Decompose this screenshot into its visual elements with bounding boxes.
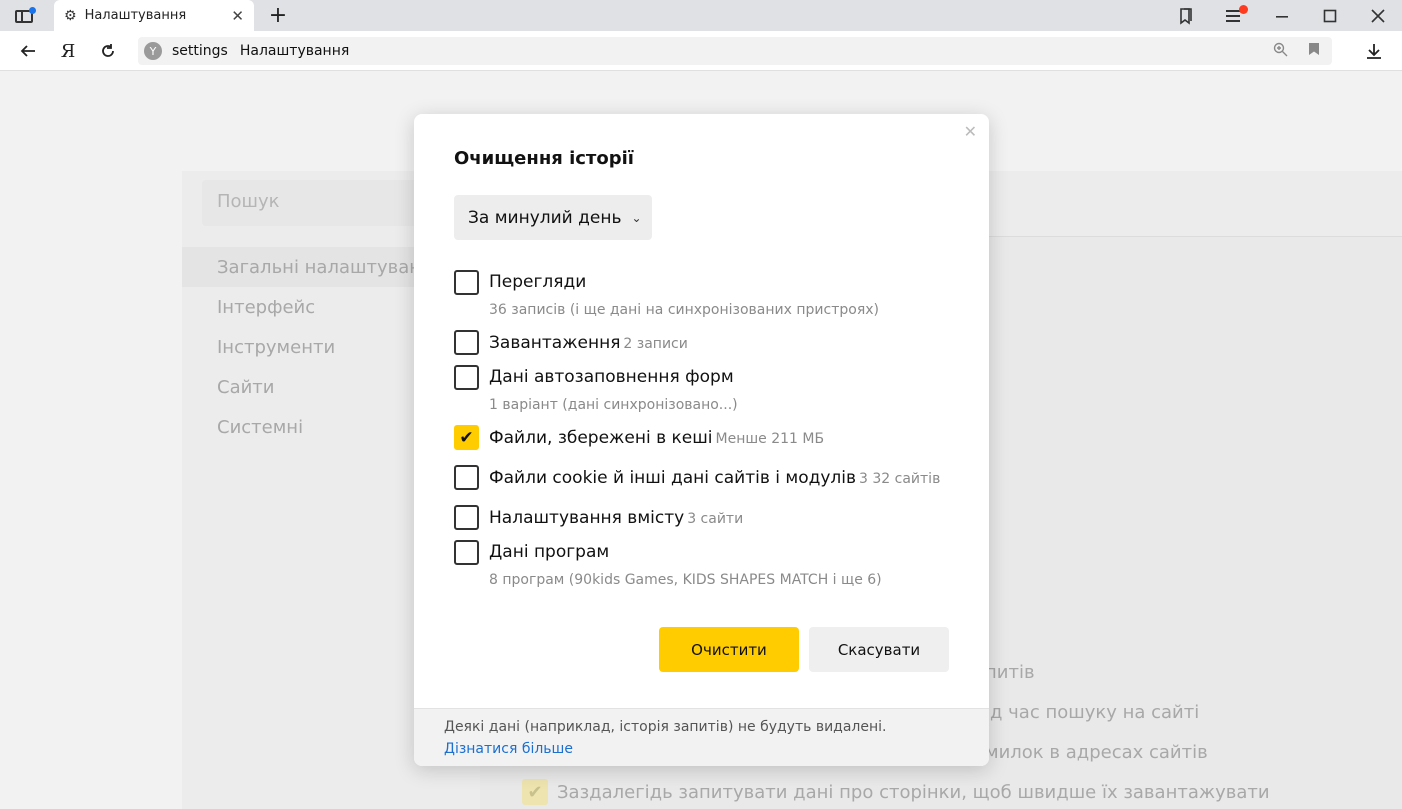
option-label: Налаштування вмісту 3 сайти: [489, 508, 744, 528]
reload-icon: [102, 44, 114, 57]
settings-search-input[interactable]: Пошук: [202, 180, 417, 226]
checkbox-downloads[interactable]: [454, 330, 479, 355]
checkbox-cookies[interactable]: [454, 465, 479, 490]
address-bar[interactable]: Y settings Налаштування: [138, 37, 1332, 65]
bookmarks-icon[interactable]: [1162, 0, 1210, 31]
window-close-button[interactable]: [1354, 0, 1402, 31]
navigation-toolbar: Я Y settings Налаштування: [0, 31, 1402, 71]
maximize-button[interactable]: [1306, 0, 1354, 31]
address-page-title: Налаштування: [239, 43, 350, 59]
dialog-footer: Деякі дані (наприклад, історія запитів) …: [414, 708, 989, 766]
checkbox-app-data[interactable]: [454, 540, 479, 565]
background-setting-text: Заздалегідь запитувати дані про сторінки…: [557, 782, 1270, 803]
learn-more-link[interactable]: Дізнатися більше: [444, 741, 573, 757]
checkbox-browsing-history[interactable]: [454, 270, 479, 295]
option-label: Файли, збережені в кеші Менше 211 МБ: [489, 428, 825, 448]
menu-notification-dot: [1239, 5, 1248, 14]
yandex-home-button[interactable]: Я: [54, 37, 82, 65]
tab-title: Налаштування: [84, 8, 187, 23]
menu-button[interactable]: [1210, 0, 1258, 31]
sidebar-toggle-button[interactable]: [8, 4, 40, 28]
background-setting-text: питів: [985, 662, 1035, 683]
chevron-down-icon: ⌄: [631, 210, 642, 225]
minimize-button[interactable]: [1258, 0, 1306, 31]
footer-note: Деякі дані (наприклад, історія запитів) …: [444, 719, 887, 735]
dialog-title: Очищення історії: [454, 148, 634, 169]
option-note: 2 записи: [623, 336, 688, 352]
clear-history-dialog: ✕ Очищення історії За минулий день ⌄ Пер…: [414, 114, 989, 766]
settings-nav-system[interactable]: Системні: [217, 417, 303, 438]
option-note: 3 сайти: [687, 511, 744, 527]
option-label: Дані програм: [489, 542, 610, 562]
address-url: settings: [172, 43, 228, 59]
background-setting-text: милок в адресах сайтів: [985, 742, 1208, 763]
settings-nav-tools[interactable]: Інструменти: [217, 337, 335, 358]
dialog-close-icon[interactable]: ✕: [964, 122, 977, 141]
option-label: Завантаження 2 записи: [489, 333, 688, 353]
settings-nav-interface[interactable]: Інтерфейс: [217, 297, 315, 318]
back-button[interactable]: [14, 37, 42, 65]
period-value: За минулий день: [468, 207, 622, 228]
yandex-logo-icon: Y: [144, 42, 162, 60]
clear-button[interactable]: Очистити: [659, 627, 799, 672]
gear-icon: ⚙: [64, 7, 77, 24]
tab-strip: ⚙ Налаштування ✕ +: [0, 0, 1402, 31]
download-icon: [1367, 44, 1381, 59]
bookmark-icon[interactable]: [1308, 42, 1320, 60]
settings-nav-general[interactable]: Загальні налаштування: [217, 257, 444, 278]
checkbox-content-settings[interactable]: [454, 505, 479, 530]
option-description: 8 програм (90kids Games, KIDS SHAPES MAT…: [489, 572, 882, 588]
checkmark-icon: ✔: [459, 427, 474, 448]
checkbox-cache[interactable]: ✔: [454, 425, 479, 450]
settings-nav-sites[interactable]: Сайти: [217, 377, 274, 398]
option-description: 36 записів (і ще дані на синхронізованих…: [489, 302, 879, 318]
back-arrow-icon: [20, 45, 35, 57]
close-tab-icon[interactable]: ✕: [231, 7, 244, 25]
reload-button[interactable]: [94, 37, 122, 65]
download-button[interactable]: [1360, 37, 1388, 65]
option-description: 1 варіант (дані синхронізовано...): [489, 397, 738, 413]
option-note: 3 32 сайтів: [859, 471, 941, 487]
option-label: Файли cookie й інші дані сайтів і модулі…: [489, 468, 941, 488]
background-setting-text: ід час пошуку на сайті: [985, 702, 1200, 723]
period-select[interactable]: За минулий день ⌄: [454, 195, 652, 240]
new-tab-button[interactable]: +: [264, 2, 292, 28]
option-label: Перегляди: [489, 272, 587, 292]
option-label: Дані автозаповнення форм: [489, 367, 734, 387]
option-note: Менше 211 МБ: [715, 431, 825, 447]
zoom-icon[interactable]: [1273, 42, 1288, 61]
tab-settings[interactable]: ⚙ Налаштування ✕: [54, 0, 254, 31]
notification-dot: [29, 7, 36, 14]
cancel-button[interactable]: Скасувати: [809, 627, 949, 672]
checkbox-autofill[interactable]: [454, 365, 479, 390]
background-checkbox[interactable]: ✔: [522, 779, 548, 805]
